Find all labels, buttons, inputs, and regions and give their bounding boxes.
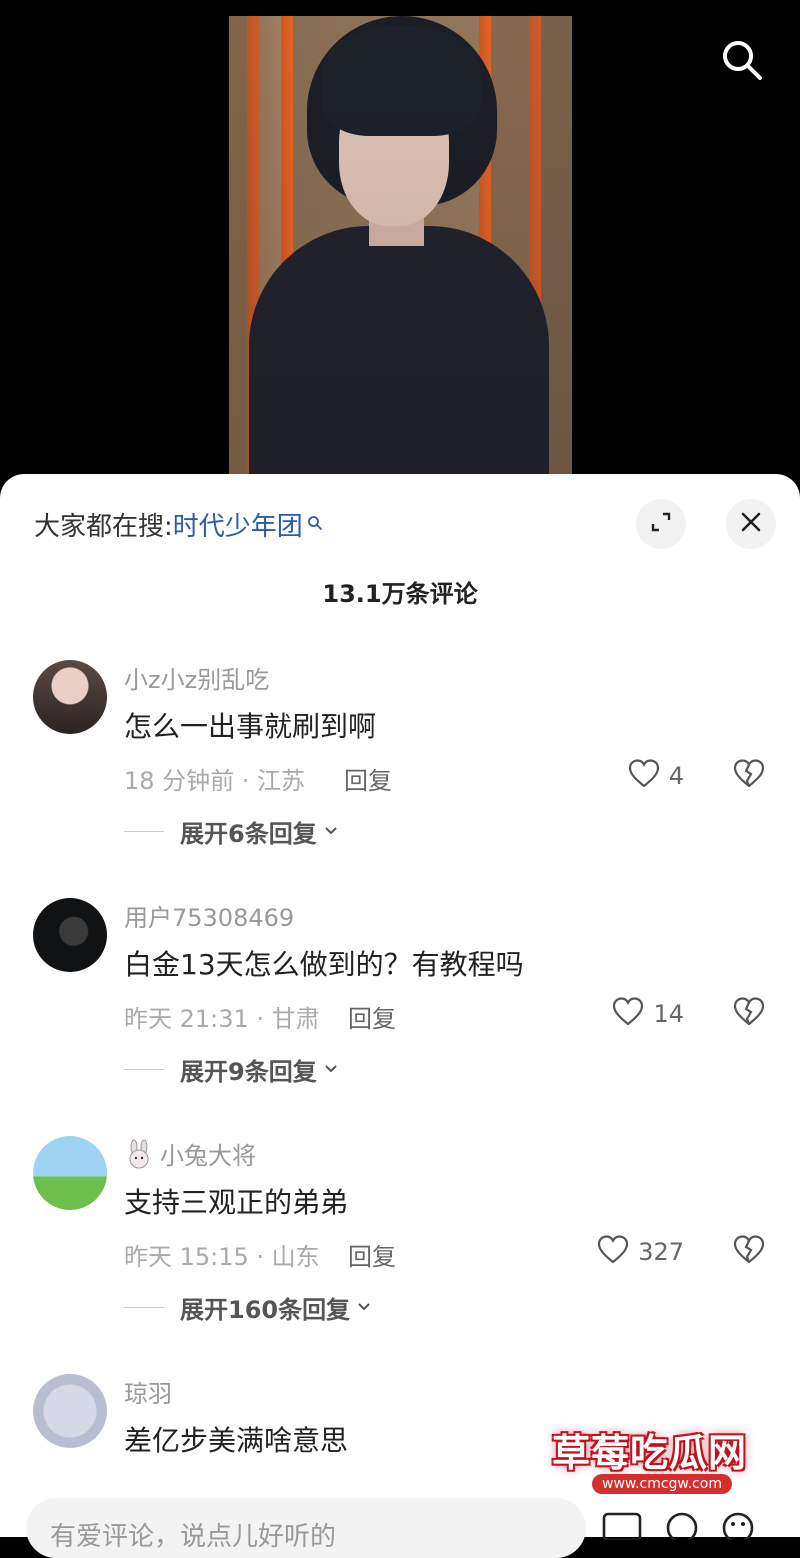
reply-button[interactable]: 回复 — [348, 999, 396, 1034]
chevron-down-icon — [323, 822, 339, 842]
expand-replies-button[interactable]: 展开160条回复 — [124, 1290, 372, 1325]
expand-sheet-button[interactable] — [636, 499, 686, 549]
bunny-icon — [124, 1139, 154, 1175]
divider — [124, 1069, 164, 1070]
comment-count: 13.1万条评论 — [322, 580, 478, 608]
search-icon[interactable] — [718, 36, 766, 84]
heart-icon — [596, 1233, 630, 1271]
expand-replies-label: 展开9条回复 — [180, 1058, 317, 1086]
avatar[interactable] — [33, 660, 107, 734]
watermark-logo: 草莓吃瓜网 www.cmcgw.com — [540, 1410, 780, 1520]
comment-username[interactable]: 小z小z别乱吃 — [124, 660, 269, 695]
close-sheet-button[interactable] — [726, 499, 776, 549]
watermark-url: www.cmcgw.com — [592, 1474, 732, 1494]
like-button[interactable]: 14 — [611, 995, 684, 1033]
broken-heart-icon — [732, 1235, 766, 1271]
comment-username[interactable]: 琼羽 — [124, 1374, 172, 1409]
comment-input[interactable]: 有爱评论，说点儿好听的 — [26, 1498, 586, 1558]
expand-icon — [648, 509, 674, 539]
dislike-button[interactable] — [732, 757, 766, 795]
expand-replies-label: 展开160条回复 — [180, 1296, 351, 1324]
expand-replies-button[interactable]: 展开9条回复 — [124, 1052, 339, 1087]
keyword-search-icon — [307, 508, 323, 538]
trending-keyword[interactable]: 时代少年团 — [173, 512, 303, 542]
comment-text[interactable]: 怎么一出事就刷到啊 — [124, 705, 376, 745]
like-count: 4 — [668, 762, 684, 790]
comment-meta: 昨天 15:15 · 山东 — [124, 1243, 320, 1271]
like-count: 14 — [653, 1000, 684, 1028]
comment-meta: 昨天 21:31 · 甘肃 — [124, 1005, 320, 1033]
video-player[interactable] — [0, 0, 800, 480]
sheet-header: 大家都在搜:时代少年团 — [0, 474, 800, 574]
like-count: 327 — [638, 1238, 684, 1266]
video-shade — [229, 16, 572, 480]
chevron-down-icon — [356, 1298, 372, 1318]
comment-username[interactable]: 小兔大将 — [124, 1136, 256, 1175]
comment-text[interactable]: 支持三观正的弟弟 — [124, 1181, 348, 1221]
dislike-button[interactable] — [732, 1233, 766, 1271]
broken-heart-icon — [732, 759, 766, 795]
watermark-text: 草莓吃瓜网 — [552, 1431, 748, 1475]
close-icon — [739, 510, 763, 538]
comment-meta: 18 分钟前 · 江苏 — [124, 767, 306, 795]
chevron-down-icon — [323, 1060, 339, 1080]
comment-text[interactable]: 差亿步美满啥意思 — [124, 1419, 348, 1459]
trending-search[interactable]: 大家都在搜:时代少年团 — [34, 506, 323, 543]
heart-icon — [611, 995, 645, 1033]
dislike-button[interactable] — [732, 995, 766, 1033]
comment-input-placeholder: 有爱评论，说点儿好听的 — [50, 1522, 337, 1552]
divider — [124, 831, 164, 832]
heart-icon — [627, 757, 661, 795]
comment-username[interactable]: 用户75308469 — [124, 898, 294, 933]
avatar[interactable] — [33, 1374, 107, 1448]
expand-replies-label: 展开6条回复 — [180, 820, 317, 848]
comment-username-text: 小兔大将 — [160, 1142, 256, 1170]
comment-text[interactable]: 白金13天怎么做到的？有教程吗 — [124, 943, 524, 983]
avatar[interactable] — [33, 1136, 107, 1210]
like-button[interactable]: 4 — [627, 757, 684, 795]
expand-replies-button[interactable]: 展开6条回复 — [124, 814, 339, 849]
comment-sheet: 大家都在搜:时代少年团 13.1万条评论 小z小z别乱吃 怎么一出事就刷到啊 1… — [0, 474, 800, 1537]
video-frame[interactable] — [229, 16, 572, 480]
like-button[interactable]: 327 — [596, 1233, 684, 1271]
trending-prefix: 大家都在搜: — [34, 512, 173, 542]
broken-heart-icon — [732, 997, 766, 1033]
reply-button[interactable]: 回复 — [344, 761, 392, 796]
divider — [124, 1307, 164, 1308]
avatar[interactable] — [33, 898, 107, 972]
reply-button[interactable]: 回复 — [348, 1237, 396, 1272]
